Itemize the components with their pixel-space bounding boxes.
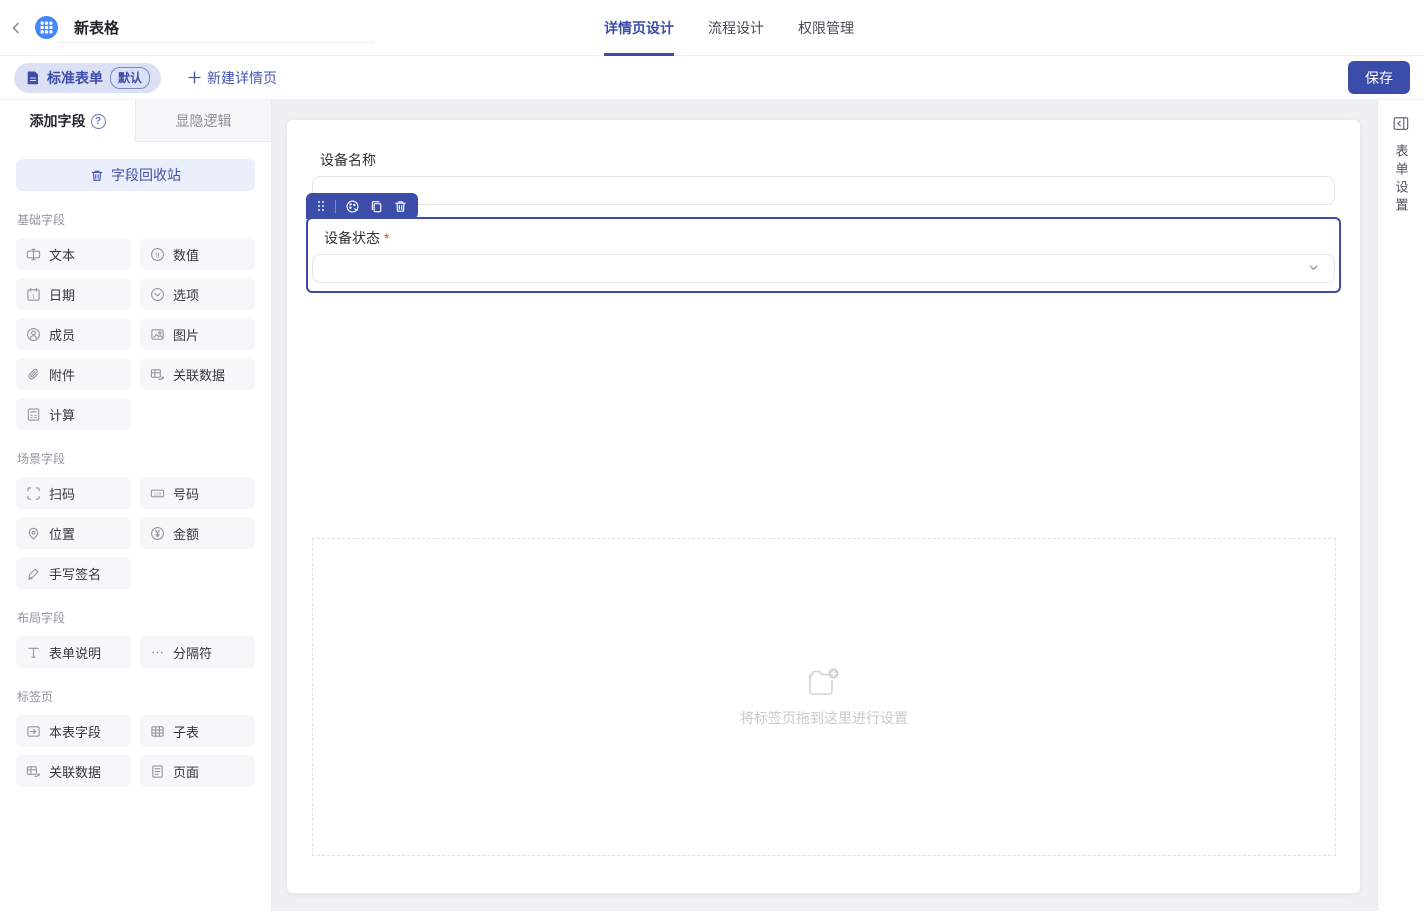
- sidebar-tab-add-field[interactable]: 添加字段 ?: [0, 100, 135, 142]
- field-item-member[interactable]: 成员: [16, 318, 131, 350]
- ellipsis-icon: [150, 645, 165, 660]
- app-header: 新表格 详情页设计 流程设计 权限管理: [0, 0, 1424, 56]
- form-field-device-status-selected[interactable]: 设备状态*: [306, 217, 1341, 293]
- sidebar-tab-visibility-logic[interactable]: 显隐逻辑: [135, 100, 271, 142]
- layout-fields-grid: 表单说明 分隔符: [16, 636, 255, 668]
- form-canvas: 设备名称: [272, 100, 1377, 911]
- field-label: 设备名称: [320, 150, 1335, 170]
- amount-icon: [150, 526, 165, 541]
- field-item-linked-data-tab[interactable]: 关联数据: [16, 755, 131, 787]
- calculator-icon: [26, 407, 41, 422]
- title-underline: [58, 42, 374, 43]
- sidebar-body: 字段回收站 基础字段 文本 9 数值 1 日期 选项: [0, 142, 271, 787]
- form-settings-label[interactable]: 表单设置: [1392, 144, 1411, 216]
- tab-detail-page-design[interactable]: 详情页设计: [604, 0, 674, 56]
- form-toolbar: 标准表单 默认 新建详情页 保存: [0, 56, 1424, 100]
- copy-icon[interactable]: [369, 199, 384, 214]
- date-icon: 1: [26, 287, 41, 302]
- field-item-number[interactable]: 9 数值: [140, 238, 255, 270]
- field-item-divider[interactable]: 分隔符: [140, 636, 255, 668]
- new-detail-page-button[interactable]: 新建详情页: [188, 68, 277, 88]
- subtable-icon: [150, 724, 165, 739]
- delete-icon[interactable]: [393, 199, 408, 214]
- form-settings-rail: 表单设置: [1377, 100, 1424, 911]
- trash-icon: [90, 168, 104, 183]
- form-pill-label: 标准表单: [47, 68, 103, 88]
- svg-text:1: 1: [32, 294, 35, 300]
- field-item-current-table-field[interactable]: 本表字段: [16, 715, 131, 747]
- attachment-icon: [26, 367, 41, 382]
- field-item-attachment[interactable]: 附件: [16, 358, 131, 390]
- page-icon: [150, 764, 165, 779]
- linked-data-icon: [150, 367, 165, 382]
- field-item-scan[interactable]: 扫码: [16, 477, 131, 509]
- selected-field-toolbar: [306, 193, 418, 219]
- image-icon: [150, 327, 165, 342]
- save-button[interactable]: 保存: [1348, 61, 1410, 94]
- collapse-panel-icon[interactable]: [1393, 116, 1409, 131]
- signature-icon: [26, 566, 41, 581]
- field-item-image[interactable]: 图片: [140, 318, 255, 350]
- field-item-amount[interactable]: 金额: [140, 517, 255, 549]
- drag-handle-icon[interactable]: [316, 199, 326, 213]
- field-item-text[interactable]: 文本: [16, 238, 131, 270]
- field-sidebar: 添加字段 ? 显隐逻辑 字段回收站 基础字段 文本: [0, 100, 272, 911]
- main-content: 添加字段 ? 显隐逻辑 字段回收站 基础字段 文本: [0, 100, 1424, 911]
- group-title-basic-fields: 基础字段: [17, 211, 255, 228]
- page-title[interactable]: 新表格: [74, 17, 119, 38]
- chevron-down-icon: [1307, 261, 1320, 277]
- group-title-layout-fields: 布局字段: [17, 609, 255, 626]
- option-icon: [150, 287, 165, 302]
- field-item-option[interactable]: 选项: [140, 278, 255, 310]
- text-field-icon: [26, 247, 41, 262]
- group-title-tab-page: 标签页: [17, 688, 255, 705]
- tab-page-dropzone[interactable]: 将标签页拖到这里进行设置: [312, 538, 1336, 856]
- member-icon: [26, 327, 41, 342]
- toolbar-divider: [335, 200, 336, 213]
- field-item-phone-number[interactable]: 123 号码: [140, 477, 255, 509]
- basic-fields-grid: 文本 9 数值 1 日期 选项 成员: [16, 238, 255, 430]
- group-title-scene-fields: 场景字段: [17, 450, 255, 467]
- default-badge: 默认: [110, 67, 150, 89]
- field-item-signature[interactable]: 手写签名: [16, 557, 131, 589]
- number-icon: 9: [150, 247, 165, 262]
- device-name-input[interactable]: [312, 176, 1335, 205]
- palette-icon[interactable]: [345, 199, 360, 214]
- tab-page-grid: 本表字段 子表 关联数据 页面: [16, 715, 255, 787]
- svg-text:9: 9: [155, 250, 159, 259]
- dropzone-hint: 将标签页拖到这里进行设置: [740, 708, 908, 728]
- app-grid-icon: [35, 16, 58, 39]
- field-item-linked-data[interactable]: 关联数据: [140, 358, 255, 390]
- linked-data-icon: [26, 764, 41, 779]
- table-field-icon: [26, 724, 41, 739]
- sidebar-tabs: 添加字段 ? 显隐逻辑: [0, 100, 271, 142]
- field-item-calculate[interactable]: 计算: [16, 398, 131, 430]
- field-item-form-note[interactable]: 表单说明: [16, 636, 131, 668]
- field-recycle-bin-button[interactable]: 字段回收站: [16, 159, 255, 191]
- form-card: 设备名称: [287, 120, 1360, 893]
- field-item-date[interactable]: 1 日期: [16, 278, 131, 310]
- question-icon[interactable]: ?: [91, 114, 106, 129]
- field-item-subtable[interactable]: 子表: [140, 715, 255, 747]
- field-item-page[interactable]: 页面: [140, 755, 255, 787]
- text-note-icon: [26, 645, 41, 660]
- tab-flow-design[interactable]: 流程设计: [708, 0, 764, 56]
- svg-text:123: 123: [154, 491, 162, 496]
- device-status-select[interactable]: [312, 254, 1335, 283]
- number-plate-icon: 123: [150, 486, 165, 501]
- required-asterisk: *: [384, 230, 389, 246]
- main-tabs: 详情页设计 流程设计 权限管理: [604, 0, 854, 56]
- location-icon: [26, 526, 41, 541]
- document-icon: [26, 70, 40, 85]
- back-button[interactable]: [4, 16, 28, 40]
- tab-permission[interactable]: 权限管理: [798, 0, 854, 56]
- field-item-location[interactable]: 位置: [16, 517, 131, 549]
- scene-fields-grid: 扫码 123 号码 位置 金额 手写签名: [16, 477, 255, 589]
- scan-icon: [26, 486, 41, 501]
- folder-plus-icon: [807, 666, 841, 696]
- form-field-device-name[interactable]: 设备名称: [312, 150, 1335, 205]
- field-label: 设备状态*: [324, 228, 1335, 248]
- standard-form-pill[interactable]: 标准表单 默认: [14, 63, 161, 93]
- plus-icon: [188, 71, 201, 84]
